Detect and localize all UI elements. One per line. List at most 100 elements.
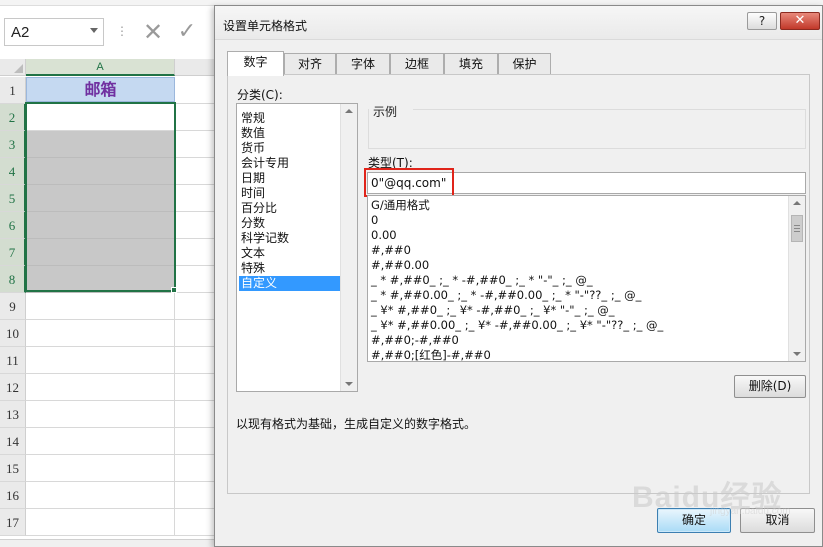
- tab-alignment[interactable]: 对齐: [284, 53, 336, 75]
- row-header[interactable]: 13: [0, 401, 26, 428]
- watermark-subtext: jingyan.baidu.com: [710, 506, 791, 517]
- format-cells-dialog: 设置单元格格式 ? ✕ 数字 对齐 字体 边框 填充 保护 分类(C): 常规 …: [214, 5, 823, 547]
- sheet-cell[interactable]: [175, 374, 215, 401]
- format-code-item[interactable]: #,##0;[红色]-#,##0: [371, 348, 491, 361]
- category-item[interactable]: 货币: [239, 141, 341, 156]
- category-item[interactable]: 科学记数: [239, 231, 341, 246]
- tab-protection[interactable]: 保护: [498, 53, 551, 75]
- row-header[interactable]: 4: [0, 158, 26, 185]
- sheet-cell[interactable]: [175, 239, 215, 266]
- format-code-item[interactable]: _ ¥* #,##0.00_ ;_ ¥* -#,##0.00_ ;_ ¥* "-…: [371, 318, 663, 333]
- category-item[interactable]: 常规: [239, 111, 341, 126]
- format-code-item[interactable]: _ * #,##0_ ;_ * -#,##0_ ;_ * "-"_ ;_ @_: [371, 273, 593, 288]
- row-header[interactable]: 9: [0, 293, 26, 320]
- row-header[interactable]: 7: [0, 239, 26, 266]
- row-header[interactable]: 10: [0, 320, 26, 347]
- sheet-cell[interactable]: [175, 509, 215, 536]
- row-header[interactable]: 15: [0, 455, 26, 482]
- grip-line: [794, 231, 800, 232]
- scroll-up-icon[interactable]: [345, 109, 353, 113]
- sheet-cell[interactable]: [26, 347, 175, 374]
- format-code-item[interactable]: _ * #,##0.00_ ;_ * -#,##0.00_ ;_ * "-"??…: [371, 288, 641, 303]
- sheet-cell[interactable]: [175, 428, 215, 455]
- select-all-corner[interactable]: [0, 59, 26, 76]
- sheet-cell[interactable]: [175, 482, 215, 509]
- sheet-cell[interactable]: [175, 158, 215, 185]
- scroll-thumb[interactable]: [791, 215, 803, 242]
- close-button[interactable]: ✕: [780, 12, 820, 30]
- row-header[interactable]: 17: [0, 509, 26, 536]
- category-item[interactable]: 会计专用: [239, 156, 341, 171]
- format-code-item[interactable]: G/通用格式: [371, 198, 430, 213]
- column-header-a[interactable]: A: [26, 59, 175, 76]
- tab-border[interactable]: 边框: [390, 53, 444, 75]
- format-code-list[interactable]: G/通用格式 0 0.00 #,##0 #,##0.00 _ * #,##0_ …: [367, 195, 806, 362]
- row-header[interactable]: 6: [0, 212, 26, 239]
- delete-button[interactable]: 删除(D): [734, 375, 806, 398]
- chevron-down-icon[interactable]: [90, 28, 98, 33]
- format-code-item[interactable]: #,##0: [371, 243, 411, 258]
- sheet-cell[interactable]: [175, 212, 215, 239]
- row-header[interactable]: 8: [0, 266, 26, 293]
- sheet-cell[interactable]: [175, 455, 215, 482]
- sheet-cell[interactable]: [175, 104, 215, 131]
- row-header[interactable]: 12: [0, 374, 26, 401]
- selection-range: [25, 102, 176, 292]
- category-item[interactable]: 文本: [239, 246, 341, 261]
- category-item-custom[interactable]: 自定义: [239, 276, 341, 291]
- sheet-cell[interactable]: [26, 401, 175, 428]
- sheet-cell[interactable]: [175, 347, 215, 374]
- row-header[interactable]: 5: [0, 185, 26, 212]
- sheet-cell[interactable]: [175, 293, 215, 320]
- tab-font[interactable]: 字体: [336, 53, 390, 75]
- scroll-down-icon[interactable]: [345, 382, 353, 386]
- category-list[interactable]: 常规 数值 货币 会计专用 日期 时间 百分比 分数 科学记数 文本 特殊 自定…: [236, 103, 358, 392]
- sheet-cell[interactable]: [26, 293, 175, 320]
- tab-fill[interactable]: 填充: [444, 53, 498, 75]
- format-code-item[interactable]: 0: [371, 213, 378, 228]
- scroll-up-icon[interactable]: [793, 201, 801, 205]
- category-item[interactable]: 百分比: [239, 201, 341, 216]
- tab-number[interactable]: 数字: [227, 51, 284, 76]
- dialog-titlebar[interactable]: 设置单元格格式 ? ✕: [215, 6, 822, 40]
- sheet-cell[interactable]: [26, 509, 175, 536]
- sheet-cell[interactable]: [26, 374, 175, 401]
- row-header[interactable]: 16: [0, 482, 26, 509]
- sheet-cell[interactable]: [175, 320, 215, 347]
- category-item[interactable]: 时间: [239, 186, 341, 201]
- column-header-b[interactable]: [175, 59, 215, 76]
- format-code-item[interactable]: _ ¥* #,##0_ ;_ ¥* -#,##0_ ;_ ¥* "-"_ ;_ …: [371, 303, 615, 318]
- category-item[interactable]: 数值: [239, 126, 341, 141]
- format-code-item[interactable]: #,##0;-#,##0: [371, 333, 459, 348]
- fill-handle[interactable]: [171, 287, 177, 293]
- cell-a1-email-header[interactable]: 邮箱: [26, 77, 175, 102]
- sheet-cell[interactable]: [26, 482, 175, 509]
- row-header[interactable]: 1: [0, 77, 26, 104]
- scroll-down-icon[interactable]: [793, 352, 801, 356]
- row-header[interactable]: 14: [0, 428, 26, 455]
- category-item[interactable]: 分数: [239, 216, 341, 231]
- row-header[interactable]: 3: [0, 131, 26, 158]
- sheet-cell[interactable]: [26, 428, 175, 455]
- formula-enter-icon[interactable]: ✓: [172, 16, 202, 48]
- sheet-cell[interactable]: [175, 185, 215, 212]
- sheet-cell[interactable]: [26, 320, 175, 347]
- sheet-cell[interactable]: [175, 401, 215, 428]
- formula-bar-grip-icon[interactable]: ⋮: [116, 24, 128, 38]
- category-item[interactable]: 日期: [239, 171, 341, 186]
- help-button[interactable]: ?: [747, 12, 777, 30]
- annotation-highlight-box: [364, 168, 454, 197]
- row-header[interactable]: 11: [0, 347, 26, 374]
- row-header[interactable]: 2: [0, 104, 26, 131]
- sheet-cell[interactable]: [175, 77, 215, 104]
- formula-cancel-icon[interactable]: ✕: [138, 16, 168, 48]
- sheet-cell[interactable]: [175, 131, 215, 158]
- category-scrollbar[interactable]: [340, 104, 357, 391]
- format-code-item[interactable]: #,##0.00: [371, 258, 429, 273]
- category-item[interactable]: 特殊: [239, 261, 341, 276]
- format-code-item[interactable]: 0.00: [371, 228, 397, 243]
- sheet-cell[interactable]: [26, 455, 175, 482]
- format-list-scrollbar[interactable]: [788, 196, 805, 361]
- sheet-cell[interactable]: [175, 266, 215, 293]
- name-box[interactable]: A2: [4, 18, 104, 46]
